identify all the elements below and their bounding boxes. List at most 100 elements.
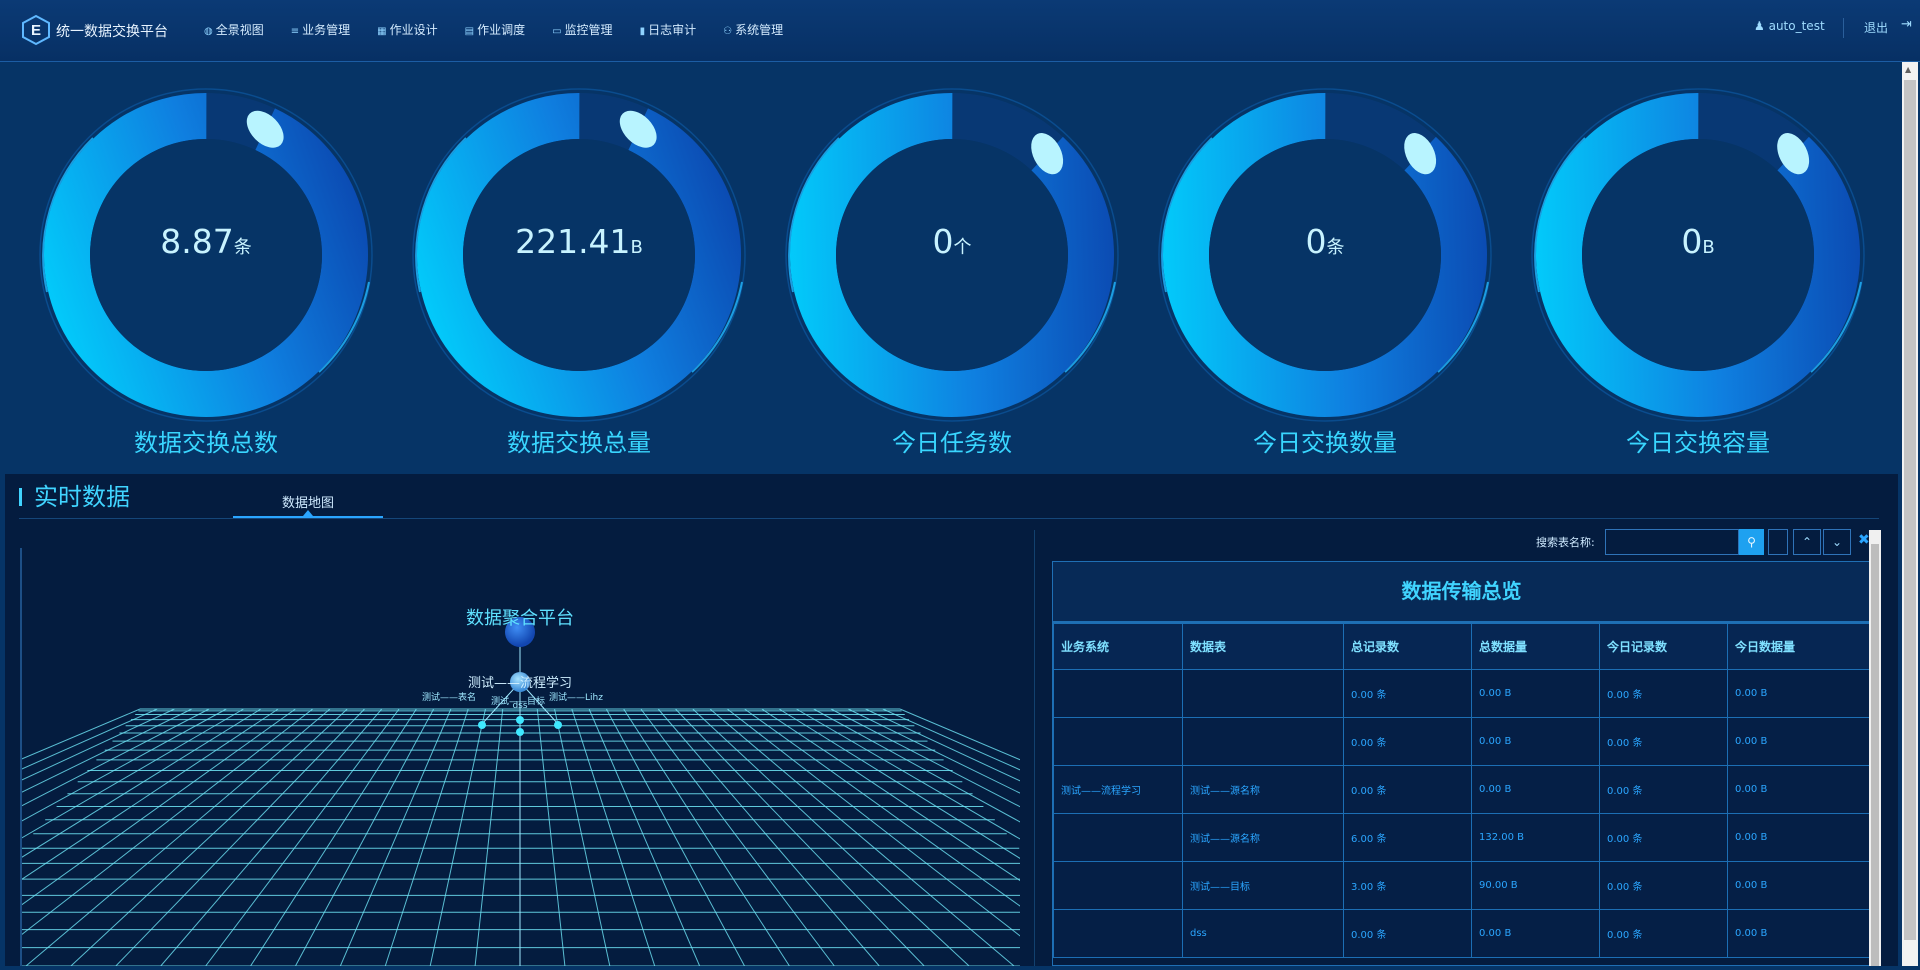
app-title: 统一数据交换平台 [56, 24, 168, 40]
table-row[interactable]: 测试——流程学习 测试——源名称 0.00 条 0.00 B 0.00 条 0.00 B [1053, 765, 1870, 814]
gauge-2: 0个 今日任务数 [779, 82, 1125, 462]
panel-divider [1034, 530, 1035, 966]
table-cell: 0.00 B [1727, 765, 1870, 814]
gauge-value: 221.41B [406, 222, 752, 261]
gauge-label: 数据交换总数 [134, 429, 278, 457]
table-cell: dss [1182, 909, 1344, 958]
nav-item-system[interactable]: ⚇ 系统管理 [723, 21, 783, 38]
table-cell [1182, 669, 1344, 718]
table-cell: 0.00 条 [1599, 909, 1728, 958]
map-leaf-label: dss [512, 701, 527, 711]
table-header-cell[interactable]: 今日记录数 [1599, 623, 1728, 670]
table-header-cell[interactable]: 数据表 [1182, 623, 1344, 670]
stats-gauges: 8.87条 数据交换总数 221.41B 数据交换总量 0个 今日任务数 0条 今日交换数量 0… [0, 62, 1920, 474]
table-cell [1053, 909, 1183, 958]
nav-item-job-design[interactable]: ▦ 作业设计 [377, 21, 437, 38]
gauge-4: 0B 今日交换容量 [1525, 82, 1871, 462]
top-navbar: E 统一数据交换平台 ◍ 全景视图 ≡ 业务管理 ▦ 作业设计 ▤ 作业调度 ▭ 监控管理… [0, 0, 1920, 62]
logout-icon[interactable]: ⇥ [1901, 17, 1912, 32]
table-cell: 0.00 B [1727, 717, 1870, 766]
file-icon: ▤ [464, 26, 475, 37]
transfer-overview-table: 数据传输总览 业务系统 数据表 总记录数 总数据量 今日记录数 今日数据量 0.00 条0… [1052, 561, 1871, 966]
table-header-cell[interactable]: 总数据量 [1471, 623, 1600, 670]
table-header-cell[interactable]: 总记录数 [1343, 623, 1472, 670]
table-row[interactable]: 测试——源名称 6.00 条 132.00 B 0.00 条 0.00 B [1053, 813, 1870, 862]
search-input[interactable] [1605, 529, 1739, 555]
gauge-value: 0B [1525, 222, 1871, 261]
nav-item-business[interactable]: ≡ 业务管理 [291, 21, 350, 38]
sitemap-icon: ⚇ [723, 26, 733, 37]
table-row[interactable]: 0.00 条 0.00 B 0.00 条 0.00 B [1053, 669, 1870, 718]
search-icon: ⚲ [1747, 535, 1756, 549]
nav-item-overview[interactable]: ◍ 全景视图 [204, 21, 264, 38]
table-cell: 0.00 B [1471, 765, 1600, 814]
table-title: 数据传输总览 [1053, 562, 1870, 623]
gauge-label: 今日交换容量 [1626, 429, 1770, 457]
gauge-number: 8.87 [160, 222, 234, 261]
gauge-number: 0 [932, 222, 954, 261]
username: auto_test [1768, 19, 1825, 33]
table-cell: 3.00 条 [1343, 861, 1472, 910]
table-cell: 测试——目标 [1182, 861, 1344, 910]
table-header-row: 业务系统 数据表 总记录数 总数据量 今日记录数 今日数据量 [1053, 623, 1870, 670]
gauge-number: 221.41 [515, 222, 631, 261]
gauge-value: 0个 [779, 222, 1125, 261]
table-cell: 90.00 B [1471, 861, 1600, 910]
table-cell [1053, 669, 1183, 718]
svg-text:E: E [31, 22, 41, 39]
nav-item-job-schedule[interactable]: ▤ 作业调度 [465, 21, 525, 38]
table-cell: 0.00 条 [1343, 909, 1472, 958]
table-cell: 0.00 条 [1599, 813, 1728, 862]
search-label: 搜索表名称: [1536, 536, 1595, 549]
gauge-label: 今日交换数量 [1253, 429, 1397, 457]
table-header-cell[interactable]: 业务系统 [1053, 623, 1183, 670]
table-cell [1053, 861, 1183, 910]
table-cell: 0.00 条 [1343, 669, 1472, 718]
close-icon[interactable]: ✖ [1858, 532, 1870, 548]
scroll-up-arrow[interactable]: ▲ [1905, 65, 1911, 74]
nav-item-log-audit[interactable]: ▮ 日志审计 [640, 21, 697, 38]
prev-button[interactable]: ⌃ [1793, 529, 1821, 555]
table-cell: 6.00 条 [1343, 813, 1472, 862]
gauge-label: 数据交换总量 [507, 429, 651, 457]
table-cell: 0.00 条 [1343, 717, 1472, 766]
nav-item-monitor[interactable]: ▭ 监控管理 [552, 21, 612, 38]
page-scrollbar-thumb[interactable] [1904, 80, 1916, 940]
table-cell: 测试——流程学习 [1053, 765, 1183, 814]
gauge-unit: 个 [953, 237, 972, 258]
table-cell: 0.00 B [1471, 717, 1600, 766]
map-leaf-label: 测试——表名 [422, 691, 476, 703]
tab-data-map[interactable]: 数据地图 [233, 492, 383, 511]
map-root-label: 数据聚合平台 [466, 608, 574, 629]
monitor-icon: ▭ [552, 26, 562, 37]
table-row[interactable]: 测试——目标 3.00 条 90.00 B 0.00 条 0.00 B [1053, 861, 1870, 910]
table-header-cell[interactable]: 今日数据量 [1727, 623, 1870, 670]
table-cell: 0.00 B [1727, 669, 1870, 718]
grid-icon: ▦ [377, 26, 387, 37]
clear-button[interactable] [1768, 529, 1788, 555]
logo-icon: E [22, 14, 50, 46]
table-cell: 0.00 条 [1343, 765, 1472, 814]
gauge-1: 221.41B 数据交换总量 [406, 82, 752, 462]
table-cell: 0.00 条 [1599, 669, 1728, 718]
search-button[interactable]: ⚲ [1739, 529, 1764, 555]
logout-link[interactable]: 退出 [1864, 19, 1888, 36]
database-icon: ≡ [290, 26, 300, 37]
globe-icon: ◍ [204, 26, 213, 37]
table-cell: 测试——源名称 [1182, 813, 1344, 862]
gauge-value: 0条 [1152, 222, 1498, 261]
divider [1843, 18, 1844, 38]
gauge-0: 8.87条 数据交换总数 [33, 82, 379, 462]
user-menu[interactable]: ♟ auto_test [1754, 19, 1825, 33]
tab-divider [19, 518, 1879, 519]
table-scrollbar-thumb[interactable] [1871, 544, 1879, 966]
table-row[interactable]: 0.00 条 0.00 B 0.00 条 0.00 B [1053, 717, 1870, 766]
gauge-unit: 条 [1326, 237, 1345, 258]
table-cell [1053, 717, 1183, 766]
table-cell: 测试——源名称 [1182, 765, 1344, 814]
data-map[interactable]: 测试——表名 测试——目标 dss 测试——Lihz 数据聚合平台 测试——流程学习 [0, 548, 1509, 967]
table-cell: 0.00 B [1727, 861, 1870, 910]
table-row[interactable]: dss 0.00 条 0.00 B 0.00 条 0.00 B [1053, 909, 1870, 958]
next-button[interactable]: ⌄ [1823, 529, 1851, 555]
map-node-label: 测试——流程学习 [467, 676, 572, 691]
